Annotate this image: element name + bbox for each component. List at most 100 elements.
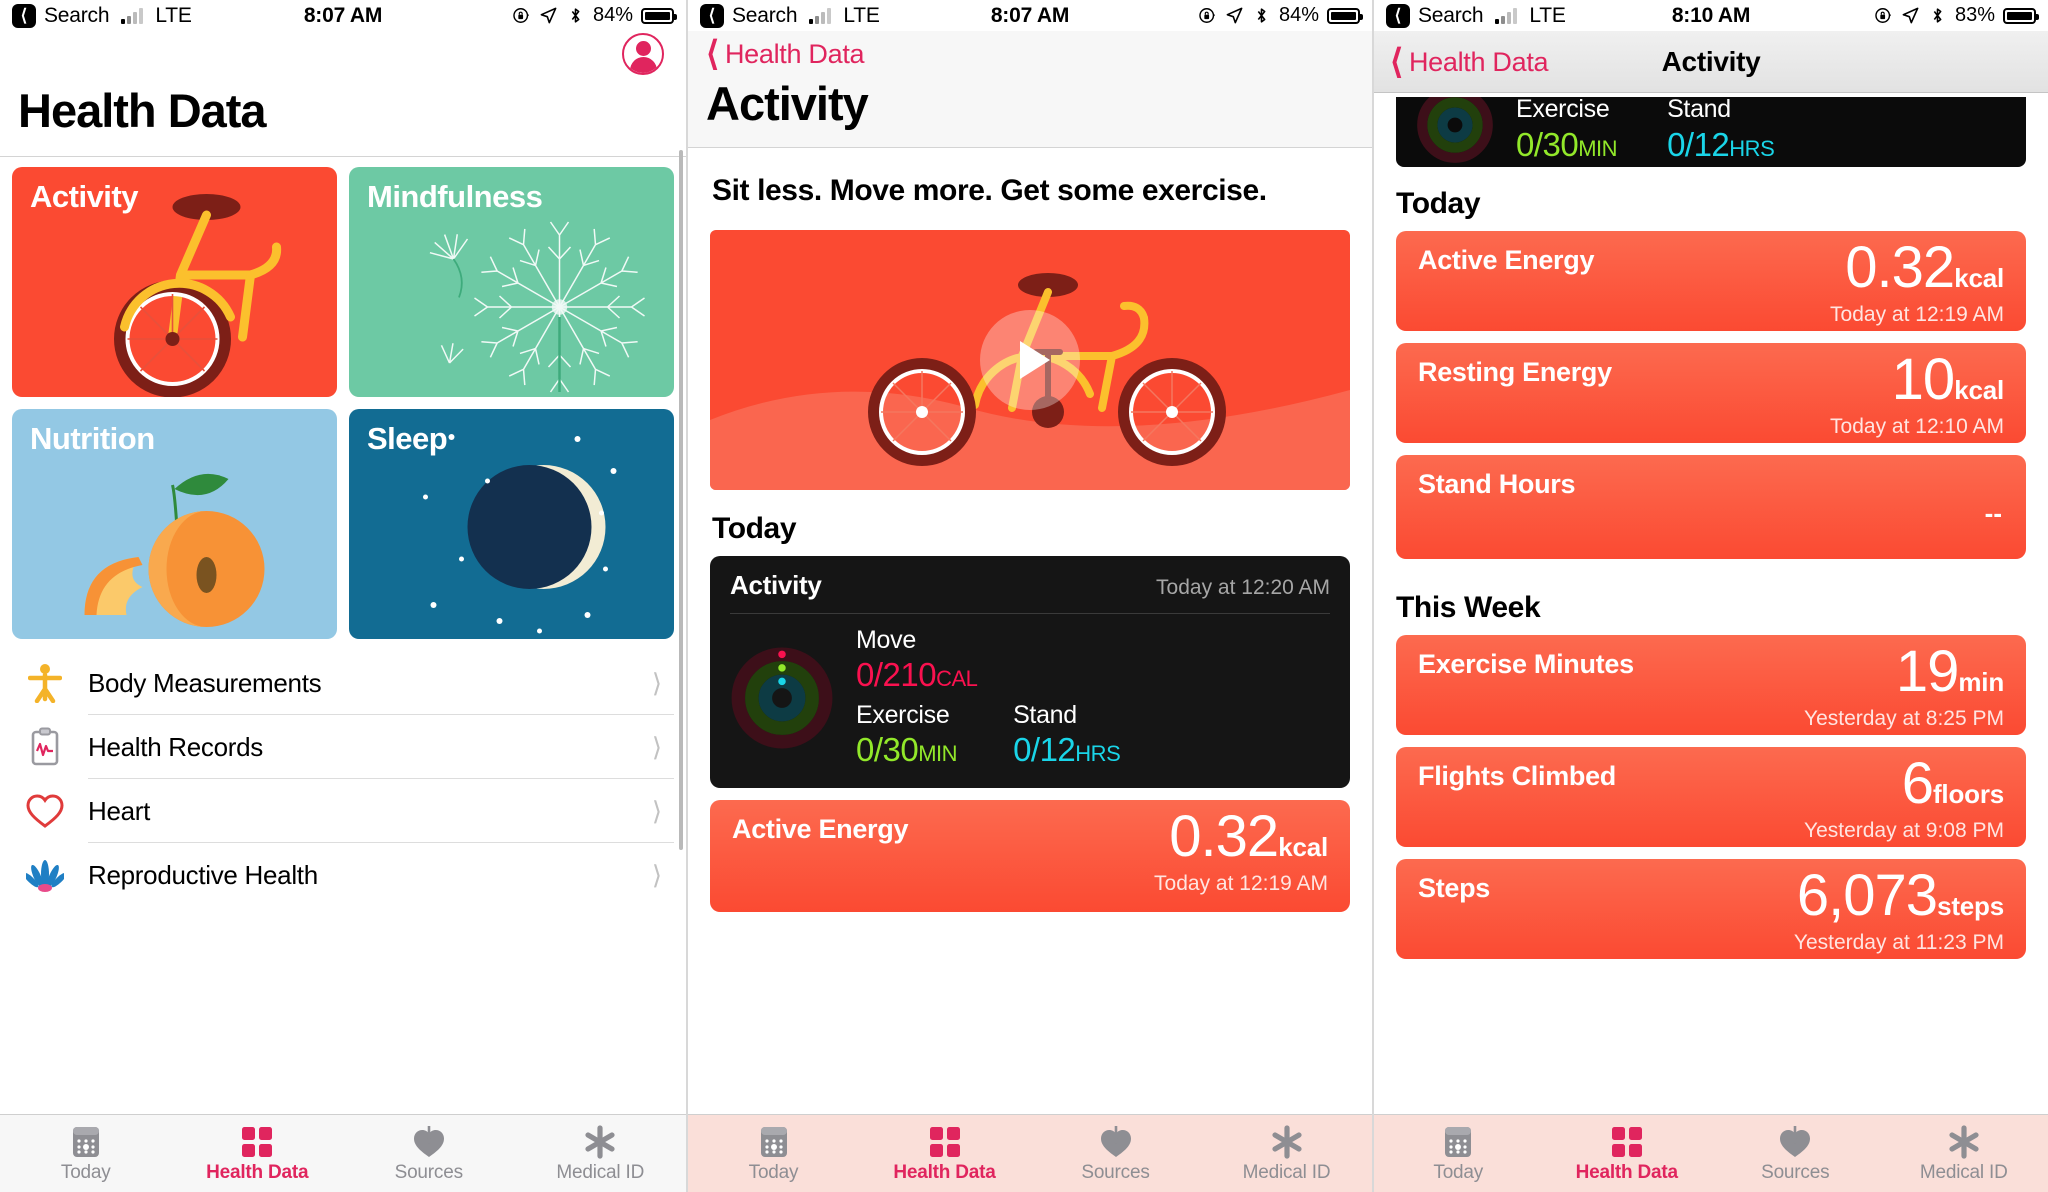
list-item-reproductive-health[interactable]: Reproductive Health ⟩	[0, 843, 686, 907]
list-item-health-records[interactable]: Health Records ⟩	[0, 715, 686, 779]
back-to-search-chip[interactable]: ⟨	[700, 3, 724, 28]
tab-sources[interactable]: Sources	[1030, 1124, 1201, 1184]
status-bar-right: 84%	[512, 4, 677, 27]
activity-rings-strip[interactable]: Exercise 0/30MIN Stand 0/12HRS	[1396, 97, 2026, 167]
list-item-body-measurements[interactable]: Body Measurements ⟩	[0, 651, 686, 715]
navigation-bar: ⟨ Health Data Activity	[1374, 31, 2048, 93]
activity-summary-card[interactable]: Activity Today at 12:20 AM Move 0/210CAL	[710, 555, 1350, 788]
carrier-label: LTE	[843, 3, 880, 27]
stand-metric: Stand 0/12HRS	[1667, 97, 1775, 165]
tab-health-data[interactable]: Health Data	[859, 1124, 1030, 1184]
panel-activity-metrics: ⟨ Search LTE 8:10 AM 83% ⟨ Health Data A…	[1372, 0, 2048, 1192]
tab-medical-id-label: Medical ID	[556, 1161, 645, 1183]
play-button[interactable]	[980, 309, 1080, 410]
tab-sources[interactable]: Sources	[343, 1124, 515, 1184]
active-energy-unit: kcal	[1278, 831, 1328, 862]
metric-unit: steps	[1937, 891, 2004, 921]
back-to-search-chip[interactable]: ⟨	[12, 3, 36, 28]
metric-value: 10	[1891, 347, 1956, 412]
tab-bar: Today Health Data Sources Medical ID	[0, 1114, 686, 1192]
active-energy-card[interactable]: Active Energy 0.32kcal Today at 12:19 AM	[710, 799, 1350, 912]
metric-readout: 0.32kcal Today at 12:19 AM	[1830, 239, 2004, 327]
tab-health-data[interactable]: Health Data	[1543, 1124, 1712, 1184]
exercise-number: 0/30	[1516, 125, 1579, 163]
metric-card-steps[interactable]: Steps 6,073steps Yesterday at 11:23 PM	[1396, 859, 2026, 959]
body-figure-icon	[20, 663, 70, 703]
battery-icon	[2003, 7, 2039, 24]
rotation-lock-icon	[1875, 8, 1891, 23]
stand-value: 0/12HRS	[1013, 730, 1121, 770]
metric-card-exercise-minutes[interactable]: Exercise Minutes 19min Yesterday at 8:25…	[1396, 635, 2026, 735]
metric-readout: 19min Yesterday at 8:25 PM	[1804, 643, 2004, 731]
metric-name: Stand Hours	[1418, 469, 1576, 499]
status-bar-left: ⟨ Search LTE	[700, 3, 880, 28]
tab-health-data[interactable]: Health Data	[172, 1124, 344, 1184]
tab-sources-label: Sources	[394, 1161, 464, 1183]
status-bar-right: 84%	[1198, 4, 1363, 27]
location-arrow-icon	[1902, 7, 1919, 24]
location-arrow-icon	[540, 7, 557, 24]
back-button-health-data[interactable]: ⟨ Health Data	[688, 37, 1372, 71]
active-energy-value: 0.32	[1169, 803, 1279, 869]
metric-card-active-energy[interactable]: Active Energy 0.32kcal Today at 12:19 AM	[1396, 231, 2026, 331]
metric-value: --	[1984, 498, 2002, 528]
metric-value-row: 19min	[1804, 643, 2004, 701]
screenshot-triptych: ⟨ Search LTE 8:07 AM 84% Health Data Act…	[0, 0, 2048, 1192]
tab-bar: Today Health Data Sources Medical ID	[688, 1114, 1372, 1192]
carrier-label: LTE	[1529, 3, 1566, 27]
scrollbar[interactable]	[679, 150, 683, 850]
four-squares-icon	[1543, 1124, 1712, 1160]
tab-medical-id-label: Medical ID	[1919, 1161, 2008, 1183]
metric-timestamp: Today at 12:10 AM	[1830, 415, 2004, 438]
bicycle-video-thumbnail[interactable]	[710, 229, 1350, 490]
location-arrow-icon	[1226, 7, 1243, 24]
tile-sleep[interactable]: Sleep	[349, 409, 674, 639]
tab-medical-id[interactable]: Medical ID	[1880, 1124, 2048, 1184]
tab-today-label: Today	[1433, 1161, 1484, 1183]
status-bar: ⟨ Search LTE 8:07 AM 84%	[0, 0, 686, 31]
metric-card-stand-hours[interactable]: Stand Hours --	[1396, 455, 2026, 559]
tab-today[interactable]: Today	[688, 1124, 859, 1184]
stand-value: 0/12HRS	[1667, 125, 1775, 165]
profile-avatar[interactable]	[622, 33, 664, 75]
metric-readout: 6,073steps Yesterday at 11:23 PM	[1794, 867, 2004, 955]
metric-card-flights-climbed[interactable]: Flights Climbed 6floors Yesterday at 9:0…	[1396, 747, 2026, 847]
metric-value: 19	[1895, 639, 1960, 704]
move-number: 0/210	[856, 656, 937, 694]
status-back-label: Search	[732, 3, 798, 27]
metric-card-resting-energy[interactable]: Resting Energy 10kcal Today at 12:10 AM	[1396, 343, 2026, 443]
bluetooth-icon	[571, 8, 580, 23]
status-bar: ⟨ Search LTE 8:10 AM 83%	[1374, 0, 2048, 31]
tile-nutrition[interactable]: Nutrition	[12, 409, 337, 639]
battery-percent: 83%	[1954, 4, 1995, 26]
tab-today[interactable]: Today	[0, 1124, 172, 1184]
activity-card-header: Activity Today at 12:20 AM	[730, 570, 1330, 613]
exercise-stand-columns: Exercise 0/30MIN Stand 0/12HRS	[1516, 97, 1775, 165]
metric-unit: min	[1958, 667, 2004, 697]
tab-medical-id[interactable]: Medical ID	[1201, 1124, 1372, 1184]
exercise-value: 0/30MIN	[1516, 125, 1618, 165]
back-to-search-chip[interactable]: ⟨	[1386, 3, 1410, 28]
heart-icon	[20, 793, 70, 829]
tab-medical-id-label: Medical ID	[1242, 1161, 1331, 1183]
clipboard-pulse-icon	[20, 727, 70, 767]
battery-percent: 84%	[1278, 4, 1319, 26]
calendar-icon	[0, 1124, 172, 1160]
tab-medical-id[interactable]: Medical ID	[515, 1124, 687, 1184]
signal-bars-icon	[1495, 7, 1518, 24]
bluetooth-icon	[1257, 8, 1266, 23]
status-bar-right: 83%	[1874, 4, 2039, 27]
chevron-right-icon: ⟩	[651, 667, 662, 698]
tile-activity[interactable]: Activity	[12, 167, 337, 397]
tab-today[interactable]: Today	[1374, 1124, 1543, 1184]
section-title-this-week: This Week	[1396, 591, 1541, 624]
tab-sources[interactable]: Sources	[1711, 1124, 1880, 1184]
metric-unit: floors	[1932, 779, 2004, 809]
tile-mindfulness-label: Mindfulness	[367, 179, 543, 214]
tile-mindfulness[interactable]: Mindfulness	[349, 167, 674, 397]
four-squares-icon	[172, 1124, 344, 1160]
activity-rings-icon	[1417, 97, 1493, 163]
exercise-label: Exercise	[856, 700, 950, 729]
stand-unit: HRS	[1729, 135, 1775, 161]
list-item-heart[interactable]: Heart ⟩	[0, 779, 686, 843]
